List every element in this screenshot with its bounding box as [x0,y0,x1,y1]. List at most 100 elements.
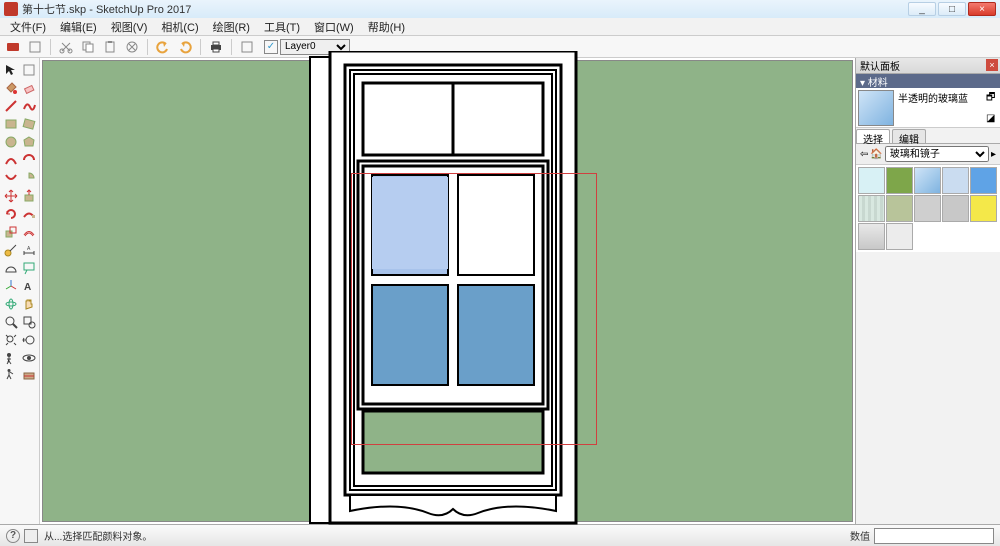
app-icon [4,2,18,16]
paint-bucket-tool[interactable] [3,80,19,96]
material-swatch[interactable] [970,167,997,194]
material-swatch[interactable] [858,195,885,222]
3point-arc-tool[interactable] [3,170,19,186]
pie-tool[interactable] [21,170,37,186]
close-button[interactable]: × [968,2,996,16]
zoom-extents-tool[interactable] [3,332,19,348]
current-material-swatch[interactable] [858,90,894,126]
dimension-tool[interactable]: A [21,242,37,258]
component-button[interactable] [26,38,44,56]
undo-button[interactable] [154,38,172,56]
default-material-icon[interactable]: ◪ [986,113,998,125]
help-icon[interactable]: ? [6,529,20,543]
layer-visible-checkbox[interactable]: ✓ [264,40,278,54]
material-swatch[interactable] [942,167,969,194]
extension-button[interactable] [4,38,22,56]
menu-tools[interactable]: 工具(T) [258,19,306,35]
look-around-tool[interactable] [21,350,37,366]
minimize-button[interactable]: _ [908,2,936,16]
3dtext-tool[interactable]: A [21,278,37,294]
details-menu-icon[interactable]: ▸ [991,149,996,160]
line-tool[interactable] [3,98,19,114]
followme-tool[interactable] [21,206,37,222]
material-swatch[interactable] [886,195,913,222]
pan-tool[interactable] [21,296,37,312]
tray-header[interactable]: 默认面板 × [856,58,1000,74]
protractor-tool[interactable] [3,260,19,276]
offset-tool[interactable] [21,224,37,240]
measurement-input[interactable] [874,528,994,544]
redo-button[interactable] [176,38,194,56]
value-label: 数值 [850,528,870,543]
materials-panel-header[interactable]: ▾ 材料 [856,74,1000,88]
material-swatch[interactable] [858,223,885,250]
maximize-button[interactable]: □ [938,2,966,16]
eraser-tool[interactable] [21,80,37,96]
zoom-window-tool[interactable] [21,314,37,330]
menu-camera[interactable]: 相机(C) [155,19,204,35]
freehand-tool[interactable] [21,98,37,114]
polygon-tool[interactable] [21,134,37,150]
rotate-tool[interactable] [3,206,19,222]
section-plane-tool[interactable] [21,368,37,384]
menu-file[interactable]: 文件(F) [4,19,52,35]
rectangle-tool[interactable] [3,116,19,132]
instructor-icon[interactable] [24,529,38,543]
menu-view[interactable]: 视图(V) [105,19,154,35]
default-tray: 默认面板 × ▾ 材料 半透明的玻璃蓝 🗗 ◪ 选择 编辑 ⇦ 🏠 玻璃和镜子 … [855,58,1000,524]
panel-empty-area [856,252,1000,524]
walk-tool[interactable] [3,368,19,384]
text-tool[interactable] [21,260,37,276]
material-swatch[interactable] [914,195,941,222]
pushpull-tool[interactable] [21,188,37,204]
material-preview: 半透明的玻璃蓝 🗗 ◪ [856,88,1000,128]
scale-tool[interactable] [3,224,19,240]
model-info-button[interactable] [238,38,256,56]
material-swatch[interactable] [914,167,941,194]
create-material-icon[interactable]: 🗗 [986,90,998,102]
viewport[interactable] [42,60,853,522]
cut-button[interactable] [57,38,75,56]
axes-tool[interactable] [3,278,19,294]
print-button[interactable] [207,38,225,56]
make-component-tool[interactable] [21,62,37,78]
tab-select[interactable]: 选择 [856,129,890,143]
svg-text:A: A [24,282,31,293]
arc-tool[interactable] [3,152,19,168]
menubar: 文件(F) 编辑(E) 视图(V) 相机(C) 绘图(R) 工具(T) 窗口(W… [0,18,1000,36]
material-swatch[interactable] [886,223,913,250]
model-window [308,51,588,531]
rotated-rectangle-tool[interactable] [21,116,37,132]
circle-tool[interactable] [3,134,19,150]
home-icon[interactable]: 🏠 [870,149,882,160]
titlebar: 第十七节.skp - SketchUp Pro 2017 _ □ × [0,0,1000,18]
menu-help[interactable]: 帮助(H) [362,19,411,35]
material-swatch[interactable] [858,167,885,194]
material-swatch[interactable] [886,167,913,194]
2point-arc-tool[interactable] [21,152,37,168]
material-swatch[interactable] [970,195,997,222]
material-category-dropdown[interactable]: 玻璃和镜子 [885,146,989,162]
material-swatch[interactable] [942,195,969,222]
paste-button[interactable] [101,38,119,56]
menu-draw[interactable]: 绘图(R) [207,19,256,35]
menu-edit[interactable]: 编辑(E) [54,19,103,35]
back-arrow-icon[interactable]: ⇦ [860,149,868,160]
move-tool[interactable] [3,188,19,204]
copy-button[interactable] [79,38,97,56]
orbit-tool[interactable] [3,296,19,312]
delete-button[interactable] [123,38,141,56]
tool-palette: A A [0,58,40,524]
position-camera-tool[interactable] [3,350,19,366]
material-swatch-grid [856,165,1000,252]
tape-measure-tool[interactable] [3,242,19,258]
select-tool[interactable] [3,62,19,78]
material-category-row: ⇦ 🏠 玻璃和镜子 ▸ [856,144,1000,165]
svg-text:A: A [27,246,31,252]
material-tabs: 选择 编辑 [856,128,1000,144]
previous-view-tool[interactable] [21,332,37,348]
zoom-tool[interactable] [3,314,19,330]
tab-edit[interactable]: 编辑 [892,129,926,143]
menu-window[interactable]: 窗口(W) [308,19,360,35]
tray-close-icon[interactable]: × [986,59,998,71]
